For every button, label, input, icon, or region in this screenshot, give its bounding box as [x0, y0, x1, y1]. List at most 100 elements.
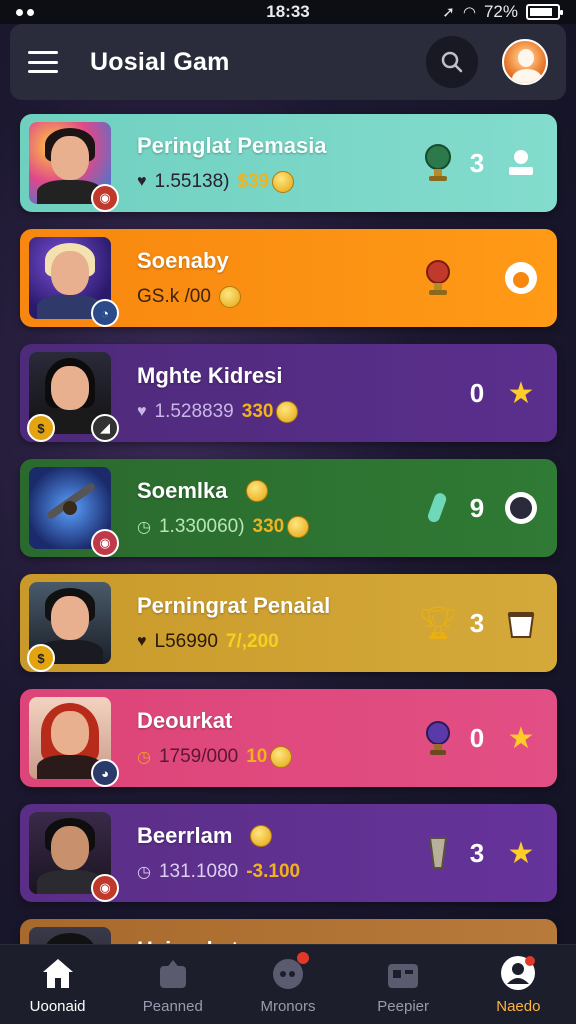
star-icon: ★ — [507, 376, 535, 410]
clock-icon: ◷ — [137, 519, 151, 536]
nav-planned[interactable]: Peanned — [118, 954, 228, 1015]
gold-amount: -3.100 — [246, 861, 301, 882]
coin-icon — [276, 401, 299, 423]
player-avatar: ◔ — [29, 237, 119, 327]
player-card[interactable]: $ ◢ Mghte Kidresi ♥ 1.528839 330 0 ★ — [20, 344, 557, 442]
menu-icon[interactable] — [28, 51, 58, 73]
nav-label: Peanned — [142, 998, 203, 1015]
player-name: Soemlka — [137, 478, 421, 504]
rank-badge-icon: ◉ — [91, 874, 119, 902]
gold-amount: $39 — [238, 171, 295, 193]
player-count: 9 — [469, 492, 485, 523]
gold-amount: 330 — [242, 401, 299, 423]
star-icon: ★ — [507, 836, 535, 870]
bottom-nav: Uoonaid Peanned Mronors Peepier Naedo — [0, 944, 576, 1024]
trophy-icon — [421, 258, 455, 298]
clock-icon: ◷ — [137, 749, 151, 766]
rank-badge-icon: ◉ — [91, 529, 119, 557]
player-count: 0 — [469, 377, 485, 408]
coin-icon — [218, 286, 241, 308]
coin-icon — [250, 825, 273, 847]
gold-amount: 330 — [253, 516, 310, 538]
battery-icon — [526, 4, 563, 20]
player-card[interactable]: ◉ Beerrlam ◷ 131.1080 -3.100 3 ★ — [20, 804, 557, 902]
player-name: Soenaby — [137, 248, 229, 273]
player-card[interactable]: ◔ Soenaby GS.k /00 — [20, 229, 557, 327]
trophy-icon — [421, 143, 455, 183]
orb-icon — [421, 718, 455, 758]
nav-label: Naedo — [496, 998, 541, 1015]
player-score: 1.55138) — [154, 171, 230, 192]
player-count: 3 — [469, 607, 485, 638]
player-score: 131.1080 — [158, 861, 239, 882]
player-name: Perningrat Penaial — [137, 593, 331, 618]
favorite-button[interactable]: ★ — [499, 371, 543, 415]
favorite-button[interactable]: ★ — [499, 831, 543, 875]
nav-label: Mronors — [260, 998, 316, 1015]
status-icons: ➚ ◠ 72% — [442, 2, 563, 22]
battery-percent: 72% — [483, 2, 518, 21]
coin-icon — [245, 480, 268, 502]
level-badge-icon: $ — [27, 414, 55, 442]
emblem-icon — [505, 492, 537, 524]
nav-monsters[interactable]: Mronors — [233, 952, 343, 1015]
rank-badge-icon: ◔ — [91, 299, 119, 327]
wifi-icon: ◠ — [462, 4, 476, 21]
shield-icon: ♥ — [137, 403, 147, 420]
nav-home[interactable]: Uoonaid — [3, 954, 113, 1015]
download-button[interactable] — [499, 141, 543, 185]
goblet-icon — [421, 833, 455, 873]
trophy-icon: 🏆︎ — [417, 605, 459, 641]
shield-icon: ♥ — [137, 633, 147, 650]
player-count: 3 — [469, 837, 485, 868]
player-list: ◉ Peringlat Pemasia ♥ 1.55138) $39 3 ◔ S… — [20, 114, 557, 1009]
profile-icon — [499, 954, 537, 992]
player-card[interactable]: ◕ Deourkat ◷ 1759/000 10 0 ★ — [20, 689, 557, 787]
player-avatar: ◕ — [29, 697, 119, 787]
app-header: Uosial Gam — [10, 24, 566, 100]
player-card[interactable]: ◉ Peringlat Pemasia ♥ 1.55138) $39 3 — [20, 114, 557, 212]
reward-button[interactable] — [499, 256, 543, 300]
player-avatar: ◉ — [29, 467, 119, 557]
player-avatar: $ — [27, 582, 111, 672]
nav-people[interactable]: Peepier — [348, 954, 458, 1015]
player-score: 1.330060) — [158, 516, 245, 537]
nav-profile[interactable]: Naedo — [463, 954, 573, 1015]
player-name: Deourkat — [137, 708, 233, 733]
player-card[interactable]: ◉ Soemlka ◷ 1.330060) 330 9 — [20, 459, 557, 557]
player-score: GS.k /00 — [137, 286, 211, 307]
player-card[interactable]: $ Perningrat Penaial ♥ L56990 7/,200 🏆︎ … — [20, 574, 557, 672]
player-score: 1.528839 — [154, 401, 234, 422]
profile-avatar[interactable] — [502, 39, 548, 85]
coin-icon — [287, 516, 310, 538]
download-icon — [509, 150, 533, 175]
nav-label: Uoonaid — [29, 998, 86, 1015]
rank-badge-icon: ◉ — [91, 184, 119, 212]
coin-icon — [270, 746, 293, 768]
player-score: 1759/000 — [158, 746, 239, 767]
shield-icon: ♥ — [137, 173, 147, 190]
player-score: L56990 — [154, 631, 218, 652]
notification-dots — [16, 8, 34, 16]
signal-icon: ➚ — [442, 4, 455, 21]
status-time: 18:33 — [266, 2, 310, 21]
player-name: Mghte Kidresi — [137, 363, 283, 388]
home-icon — [39, 954, 77, 992]
badge-button[interactable] — [499, 486, 543, 530]
store-icon — [384, 954, 422, 992]
player-avatar: ◉ — [29, 812, 119, 902]
notification-dot — [296, 952, 309, 964]
player-name: Peringlat Pemasia — [137, 133, 327, 158]
nav-label: Peepier — [377, 998, 429, 1015]
level-badge-icon: $ — [27, 644, 55, 672]
favorite-button[interactable]: ★ — [499, 716, 543, 760]
chest-button[interactable] — [499, 601, 543, 645]
player-avatar: ◉ — [29, 122, 119, 212]
gold-amount: 10 — [246, 746, 293, 768]
rank-badge-icon: ◢ — [91, 414, 119, 442]
player-count: 3 — [469, 147, 485, 178]
potion-icon — [421, 488, 455, 528]
rank-badge-icon: ◕ — [91, 759, 119, 787]
search-button[interactable] — [426, 36, 478, 88]
clock-icon: ◷ — [137, 864, 151, 881]
